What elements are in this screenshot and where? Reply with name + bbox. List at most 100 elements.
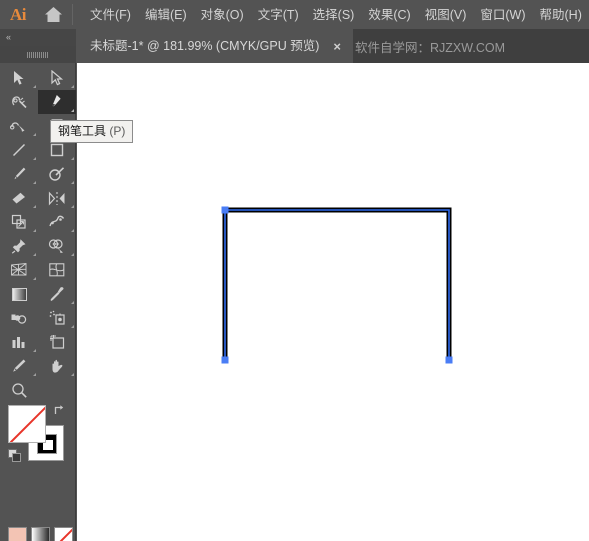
menu-type[interactable]: 文字(T) (251, 4, 306, 26)
tool-flyout-indicator (33, 373, 36, 376)
anchor-point[interactable] (221, 206, 229, 214)
menu-file[interactable]: 文件(F) (83, 4, 138, 26)
hand-tool[interactable] (38, 354, 76, 378)
mesh-tool[interactable] (38, 258, 76, 282)
chevron-left-double-icon: « (6, 32, 11, 42)
menu-divider (72, 4, 73, 25)
gradient-tool[interactable] (0, 282, 38, 306)
menu-window[interactable]: 窗口(W) (473, 4, 532, 26)
swap-fill-stroke-icon[interactable] (52, 403, 66, 417)
symbol-sprayer-tool[interactable] (38, 306, 76, 330)
direct-selection-tool[interactable] (38, 66, 76, 90)
tool-flyout-indicator (33, 277, 36, 280)
open-path-inverted-u[interactable] (222, 207, 452, 360)
line-segment-tool[interactable] (0, 138, 38, 162)
warp-tool[interactable] (38, 210, 76, 234)
tool-row (0, 186, 76, 210)
tool-flyout-indicator (33, 229, 36, 232)
scale-tool[interactable] (0, 210, 38, 234)
tool-row (0, 162, 76, 186)
selection-tool[interactable] (0, 66, 38, 90)
tool-flyout-indicator (71, 325, 74, 328)
tool-row (0, 306, 76, 330)
perspective-grid-tool[interactable] (0, 258, 38, 282)
tool-flyout-indicator (33, 157, 36, 160)
color-mode-buttons (8, 527, 73, 541)
tool-flyout-indicator (33, 205, 36, 208)
curvature-tool[interactable] (0, 114, 38, 138)
default-fill-stroke-icon[interactable] (8, 449, 22, 463)
menu-items: 文件(F) 编辑(E) 对象(O) 文字(T) 选择(S) 效果(C) 视图(V… (83, 4, 589, 26)
menu-help[interactable]: 帮助(H) (533, 4, 589, 26)
menu-view[interactable]: 视图(V) (418, 4, 474, 26)
tool-flyout-indicator (33, 133, 36, 136)
tool-flyout-indicator (71, 157, 74, 160)
watermark-text: 软件自学网：RJZXW.COM (355, 40, 505, 55)
tool-flyout-indicator (71, 181, 74, 184)
tool-flyout-indicator (71, 253, 74, 256)
eyedropper-tool[interactable] (38, 282, 76, 306)
tool-flyout-indicator (33, 181, 36, 184)
document-tab-bar: « 未标题-1* @ 181.99% (CMYK/GPU 预览) × 软件自学网… (0, 29, 589, 63)
tool-row (0, 258, 76, 282)
tool-row (0, 282, 76, 306)
panel-collapse-button[interactable]: « (0, 29, 76, 46)
illustrator-window: Ai 文件(F) 编辑(E) 对象(O) 文字(T) 选择(S) 效果(C) 视… (0, 0, 589, 541)
tool-row (0, 66, 76, 90)
tool-row (0, 90, 76, 114)
tool-flyout-indicator (71, 109, 74, 112)
eraser-tool[interactable] (0, 186, 38, 210)
reflect-tool[interactable] (38, 186, 76, 210)
tool-flyout-indicator (71, 301, 74, 304)
shaper-tool[interactable] (38, 162, 76, 186)
document-tab[interactable]: 未标题-1* @ 181.99% (CMYK/GPU 预览) × (76, 29, 354, 63)
menu-select[interactable]: 选择(S) (306, 4, 362, 26)
magic-wand-tool[interactable] (0, 90, 38, 114)
zoom-tool[interactable] (0, 378, 38, 402)
document-tab-title: 未标题-1* @ 181.99% (CMYK/GPU 预览) (90, 39, 320, 53)
close-icon[interactable]: × (333, 40, 341, 53)
app-logo: Ai (10, 4, 27, 24)
tool-row (0, 210, 76, 234)
slice-tool[interactable] (0, 354, 38, 378)
tool-flyout-indicator (71, 229, 74, 232)
gradient-swatch-button[interactable] (31, 527, 50, 541)
tooltip-shortcut: (P) (109, 124, 126, 138)
tool-row (0, 378, 76, 402)
column-graph-tool[interactable] (0, 330, 38, 354)
menu-object[interactable]: 对象(O) (194, 4, 251, 26)
pen-tool[interactable] (38, 90, 76, 114)
tooltip-label: 钢笔工具 (58, 124, 107, 138)
shape-builder-tool[interactable] (38, 234, 76, 258)
artboard-tool[interactable] (38, 330, 76, 354)
tool-row (0, 330, 76, 354)
paintbrush-tool[interactable] (0, 162, 38, 186)
blend-tool[interactable] (0, 306, 38, 330)
tool-flyout-indicator (33, 253, 36, 256)
tool-grid (0, 63, 76, 402)
tool-row (0, 354, 76, 378)
color-swatch-button[interactable] (8, 527, 27, 541)
none-swatch-button[interactable] (54, 527, 73, 541)
tool-flyout-indicator (71, 373, 74, 376)
anchor-point[interactable] (221, 356, 229, 364)
tool-tooltip: 钢笔工具 (P) (50, 120, 134, 143)
fill-stroke-control (8, 403, 68, 463)
toolbar-drag-grip[interactable] (0, 46, 76, 63)
tool-flyout-indicator (33, 349, 36, 352)
home-icon[interactable] (36, 0, 70, 29)
none-slash-icon (55, 528, 72, 541)
menu-effect[interactable]: 效果(C) (361, 4, 417, 26)
tool-flyout-indicator (71, 85, 74, 88)
fill-swatch[interactable] (8, 405, 46, 443)
menu-edit[interactable]: 编辑(E) (138, 4, 194, 26)
document-canvas[interactable] (77, 63, 589, 541)
tool-flyout-indicator (71, 205, 74, 208)
artwork-layer[interactable] (77, 63, 589, 541)
tool-flyout-indicator (33, 85, 36, 88)
menu-bar: Ai 文件(F) 编辑(E) 对象(O) 文字(T) 选择(S) 效果(C) 视… (0, 0, 589, 29)
grip-dots-icon (27, 51, 49, 58)
free-transform-tool[interactable] (0, 234, 38, 258)
none-slash-icon (9, 406, 45, 442)
anchor-point[interactable] (445, 356, 453, 364)
